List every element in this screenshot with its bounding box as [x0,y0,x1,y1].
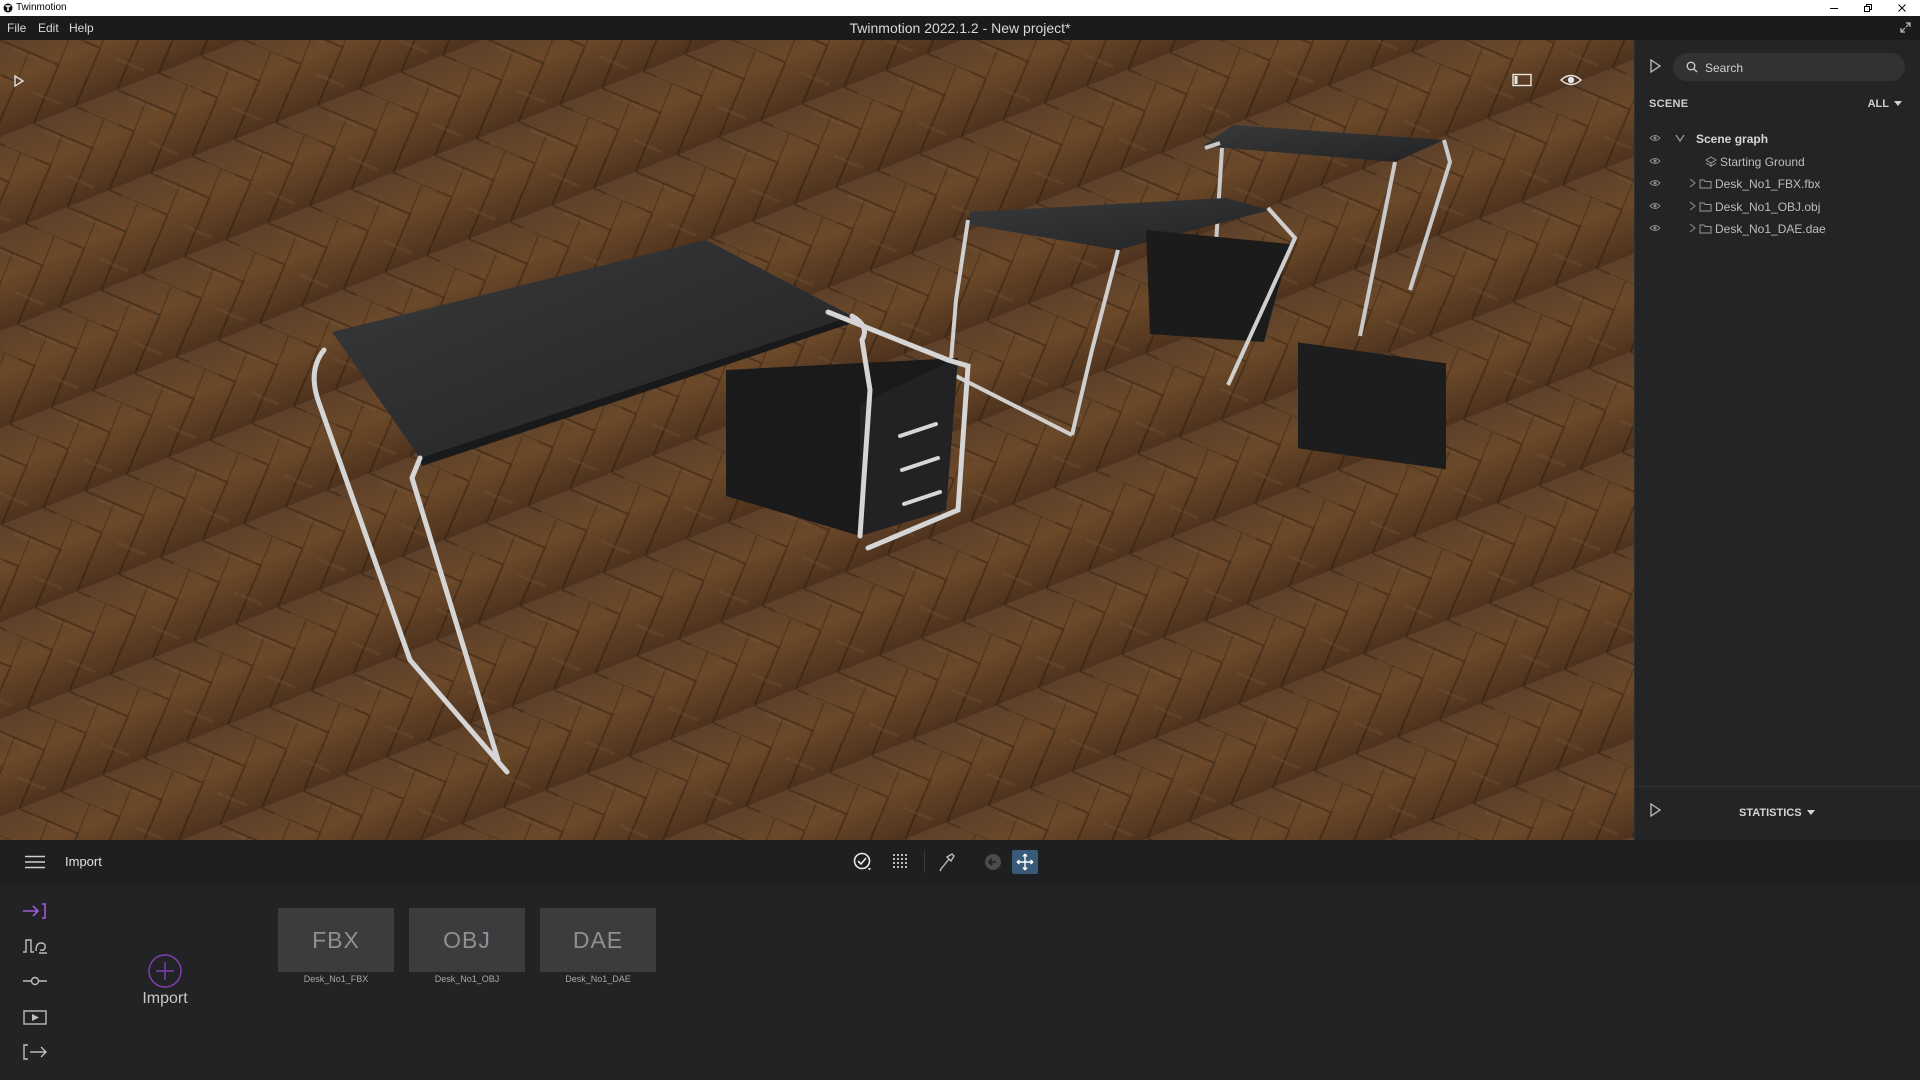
minimize-button[interactable] [1817,0,1851,16]
expand-icon[interactable] [1899,21,1912,34]
menu-file[interactable]: File [7,21,26,35]
tree-item-desk-obj[interactable]: Desk_No1_OBJ.obj [1635,196,1920,219]
search-box[interactable] [1673,53,1905,81]
export-tab-icon[interactable] [22,1043,48,1061]
move-icon [1016,853,1034,871]
grid-snap-icon[interactable] [892,852,910,872]
configure-tab-icon[interactable] [22,972,48,990]
move-tool-button[interactable] [1012,850,1038,874]
folder-icon [1699,179,1712,189]
tree-item-label: Starting Ground [1720,154,1805,169]
bottom-toolbar: Import [0,840,1920,884]
statistics-label: STATISTICS [1739,807,1802,819]
asset-tile-dae[interactable]: DAE [540,908,656,972]
scene-panel: SCENE ALL Scene graph Starting Ground De… [1634,40,1920,840]
restore-icon [1864,4,1872,12]
play-icon[interactable] [1649,802,1662,818]
close-button[interactable] [1885,0,1919,16]
tree-item-scene-graph[interactable]: Scene graph [1635,128,1920,151]
asset-tile-fbx[interactable]: FBX [278,908,394,972]
tree-item-label: Scene graph [1696,132,1769,146]
context-tab-icon[interactable] [22,937,48,955]
app-name: Twinmotion [16,2,67,13]
menu-help[interactable]: Help [69,21,94,35]
3d-viewport[interactable] [0,40,1634,840]
scene-tree: Scene graph Starting Ground Desk_No1_FBX… [1635,128,1920,241]
toolbar-separator [924,851,925,873]
hamburger-menu-icon[interactable] [25,855,45,869]
visibility-eye-icon[interactable] [1649,224,1661,232]
folder-icon [1699,224,1712,234]
visibility-eye-icon[interactable] [1649,134,1661,142]
filter-value: ALL [1867,98,1889,110]
scene-render[interactable] [0,40,1634,840]
caret-down-icon [1894,101,1902,106]
play-icon[interactable] [13,74,25,88]
media-tab-icon[interactable] [22,1008,48,1026]
add-import-icon[interactable] [147,953,183,989]
minimize-icon [1830,8,1838,9]
ground-icon [1705,155,1717,167]
tree-item-desk-fbx[interactable]: Desk_No1_FBX.fbx [1635,173,1920,196]
tree-item-starting-ground[interactable]: Starting Ground [1635,151,1920,174]
back-icon[interactable] [984,852,1002,872]
window-title-bar: Twinmotion [0,0,1920,16]
tree-item-label: Desk_No1_FBX.fbx [1715,177,1821,191]
menu-edit[interactable]: Edit [38,21,59,35]
caret-down-icon [1806,810,1815,815]
tree-item-label: Desk_No1_DAE.dae [1715,222,1826,236]
eye-icon[interactable] [1559,72,1583,88]
chevron-right-icon[interactable] [1687,178,1697,188]
search-input[interactable] [1703,58,1897,78]
play-icon[interactable] [1649,58,1662,74]
asset-tile-obj[interactable]: OBJ [409,908,525,972]
select-icon[interactable] [853,852,873,872]
eyedropper-icon[interactable] [938,852,956,872]
search-icon [1686,61,1698,73]
scene-section-label: SCENE [1649,98,1689,110]
visibility-eye-icon[interactable] [1649,179,1661,187]
chevron-right-icon[interactable] [1687,201,1697,211]
asset-name: Desk_No1_FBX [303,974,369,984]
visibility-eye-icon[interactable] [1649,202,1661,210]
twinmotion-logo-icon [3,3,13,13]
menu-bar: Twinmotion 2022.1.2 - New project* File … [0,16,1920,40]
tree-item-desk-dae[interactable]: Desk_No1_DAE.dae [1635,218,1920,241]
chevron-down-icon[interactable] [1675,133,1685,143]
statistics-dropdown[interactable]: STATISTICS [1739,807,1815,819]
scene-filter-dropdown[interactable]: ALL [1868,98,1902,110]
document-title: Twinmotion 2022.1.2 - New project* [849,20,1071,36]
asset-name: Desk_No1_OBJ [434,974,500,984]
close-icon [1898,4,1906,12]
import-panel: Import FBX Desk_No1_FBX OBJ Desk_No1_OBJ… [0,884,1920,1080]
import-button-label[interactable]: Import [120,990,210,1008]
divider [1635,786,1920,787]
visibility-eye-icon[interactable] [1649,157,1661,165]
folder-icon [1699,202,1712,211]
tree-item-label: Desk_No1_OBJ.obj [1715,199,1821,214]
chevron-right-icon[interactable] [1687,223,1697,233]
asset-name: Desk_No1_DAE [565,974,631,984]
mode-title: Import [65,854,102,869]
import-tab-icon[interactable] [22,902,48,920]
frame-icon[interactable] [1511,72,1533,88]
restore-button[interactable] [1851,0,1885,16]
